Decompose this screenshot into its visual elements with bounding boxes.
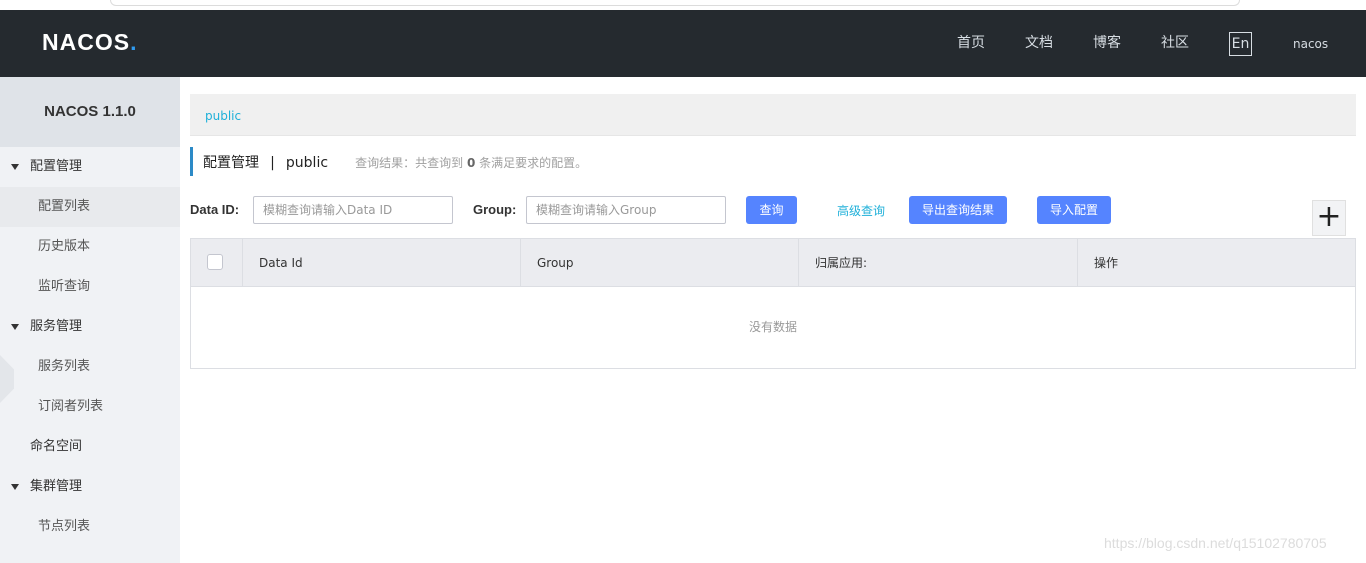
import-button[interactable]: 导入配置 bbox=[1037, 196, 1111, 224]
caret-down-icon bbox=[11, 324, 19, 330]
nacos-logo[interactable]: NACOS. bbox=[42, 29, 137, 59]
column-app[interactable]: 归属应用: bbox=[798, 239, 1077, 287]
sidebar-item-nodes[interactable]: 节点列表 bbox=[0, 507, 180, 547]
search-button[interactable]: 查询 bbox=[746, 196, 797, 224]
namespace-public[interactable]: public bbox=[205, 109, 241, 123]
browser-tab-edge bbox=[110, 0, 1240, 6]
sidebar: NACOS 1.1.0 配置管理 配置列表 历史版本 监听查询 服务管理 服务列… bbox=[0, 77, 180, 563]
sidebar-item-history[interactable]: 历史版本 bbox=[0, 227, 180, 267]
sidebar-group-label: 集群管理 bbox=[30, 479, 83, 494]
column-dataid[interactable]: Data Id bbox=[242, 239, 520, 287]
result-hint: 查询结果：共查询到 0 条满足要求的配置。 bbox=[355, 156, 588, 170]
sidebar-item-namespace[interactable]: 命名空间 bbox=[0, 427, 180, 467]
top-header: NACOS. 首页 文档 博客 社区 En nacos bbox=[0, 10, 1366, 77]
dataid-input[interactable]: 模糊查询请输入Data ID bbox=[253, 196, 453, 224]
nav-community[interactable]: 社区 bbox=[1161, 10, 1189, 77]
nav-blog[interactable]: 博客 bbox=[1093, 10, 1121, 77]
sidebar-item-subscribers[interactable]: 订阅者列表 bbox=[0, 387, 180, 427]
page-breadcrumb: 配置管理 | public 查询结果：共查询到 0 条满足要求的配置。 bbox=[190, 147, 587, 176]
watermark: https://blog.csdn.net/q15102780705 bbox=[1104, 535, 1327, 551]
group-label: Group: bbox=[473, 202, 517, 217]
nav-home[interactable]: 首页 bbox=[957, 10, 985, 77]
group-input[interactable]: 模糊查询请输入Group bbox=[526, 196, 726, 224]
namespace-bar: public bbox=[190, 94, 1356, 136]
caret-down-icon bbox=[11, 484, 19, 490]
browser-top-strip bbox=[0, 0, 1366, 10]
logo-dot: . bbox=[130, 29, 138, 55]
export-button[interactable]: 导出查询结果 bbox=[909, 196, 1007, 224]
sidebar-item-listener[interactable]: 监听查询 bbox=[0, 267, 180, 307]
table-header: Data Id Group 归属应用: 操作 bbox=[191, 239, 1355, 287]
sidebar-title: NACOS 1.1.0 bbox=[0, 77, 180, 147]
sidebar-item-service-list[interactable]: 服务列表 bbox=[0, 347, 180, 387]
language-toggle[interactable]: En bbox=[1229, 32, 1252, 56]
advanced-search-link[interactable]: 高级查询 bbox=[837, 202, 885, 219]
result-count: 0 bbox=[466, 156, 476, 170]
column-actions: 操作 bbox=[1077, 239, 1355, 287]
logo-text: NACOS bbox=[42, 29, 131, 55]
column-group[interactable]: Group bbox=[520, 239, 798, 287]
sidebar-item-config-list[interactable]: 配置列表 bbox=[0, 187, 180, 227]
table-empty-text: 没有数据 bbox=[748, 320, 797, 334]
user-name[interactable]: nacos bbox=[1293, 10, 1328, 77]
nav-docs[interactable]: 文档 bbox=[1025, 10, 1053, 77]
select-all-cell bbox=[191, 239, 242, 287]
breadcrumb-namespace: public bbox=[285, 155, 329, 171]
breadcrumb-separator: | bbox=[270, 155, 275, 171]
sidebar-group-service[interactable]: 服务管理 bbox=[0, 307, 180, 347]
dataid-label: Data ID: bbox=[190, 202, 240, 217]
caret-down-icon bbox=[11, 164, 19, 170]
sidebar-group-cluster[interactable]: 集群管理 bbox=[0, 467, 180, 507]
select-all-checkbox[interactable] bbox=[207, 254, 223, 270]
page-title: 配置管理 bbox=[203, 155, 259, 171]
config-table: Data Id Group 归属应用: 操作 没有数据 bbox=[190, 238, 1356, 369]
sidebar-group-label: 服务管理 bbox=[30, 319, 83, 334]
sidebar-group-config[interactable]: 配置管理 bbox=[0, 147, 180, 187]
add-config-button[interactable]: + bbox=[1312, 200, 1346, 236]
sidebar-group-label: 配置管理 bbox=[30, 159, 83, 174]
